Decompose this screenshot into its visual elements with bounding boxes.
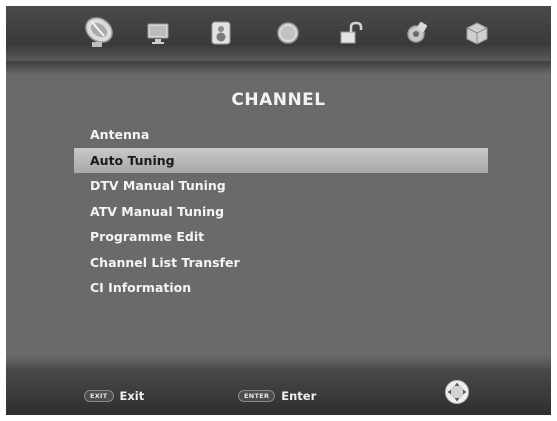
menu-item-atv-manual-tuning[interactable]: ATV Manual Tuning [74, 199, 488, 225]
enter-key-badge: ENTER [238, 390, 276, 402]
satellite-dish-icon[interactable] [78, 12, 118, 52]
lock-icon[interactable] [336, 18, 366, 48]
cube-icon[interactable] [462, 18, 492, 48]
exit-hint[interactable]: EXIT Exit [84, 389, 144, 403]
clock-icon[interactable] [273, 18, 303, 48]
enter-hint[interactable]: ENTER Enter [238, 389, 316, 403]
menu-title: CHANNEL [231, 90, 326, 110]
menu-item-auto-tuning[interactable]: Auto Tuning [74, 147, 488, 173]
channel-menu-list: Antenna Auto Tuning DTV Manual Tuning AT… [74, 122, 488, 301]
tv-osd-screen: CHANNEL Antenna Auto Tuning DTV Manual T… [6, 6, 551, 415]
menu-item-ci-information[interactable]: CI Information [74, 275, 488, 301]
menu-item-programme-edit[interactable]: Programme Edit [74, 224, 488, 250]
footer-bar: EXIT Exit ENTER Enter [6, 369, 551, 415]
menu-item-channel-list-transfer[interactable]: Channel List Transfer [74, 250, 488, 276]
settings-icon[interactable] [401, 18, 431, 48]
direction-pad-icon [444, 379, 470, 405]
topbar-divider [6, 61, 551, 75]
exit-label: Exit [119, 389, 145, 403]
monitor-icon[interactable] [143, 18, 173, 48]
enter-label: Enter [281, 389, 317, 403]
menu-item-dtv-manual-tuning[interactable]: DTV Manual Tuning [74, 173, 488, 199]
exit-key-badge: EXIT [84, 390, 114, 402]
menu-icon-bar [6, 6, 551, 61]
speaker-icon[interactable] [206, 18, 236, 48]
menu-item-antenna[interactable]: Antenna [74, 122, 488, 148]
footer-divider [6, 355, 551, 369]
